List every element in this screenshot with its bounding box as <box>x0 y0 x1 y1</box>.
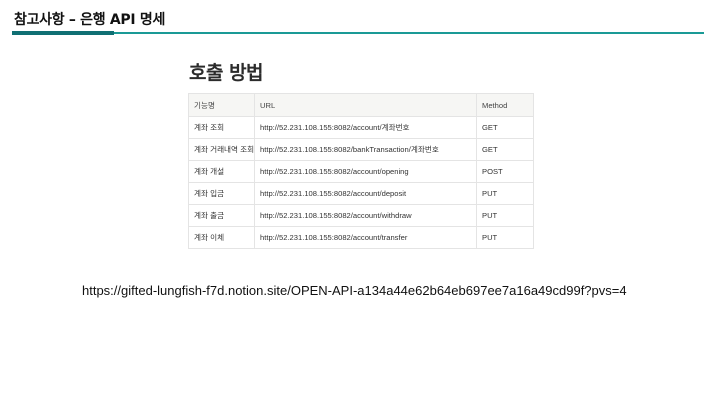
table-row: 계좌 조회 http://52.231.108.155:8082/account… <box>188 116 534 139</box>
title-underline <box>12 32 704 34</box>
table-row: 계좌 거래내역 조회 http://52.231.108.155:8082/ba… <box>188 138 534 161</box>
table-header-row: 기능명 URL Method <box>188 93 534 117</box>
slide-title: 참고사항 – 은행 API 명세 <box>14 12 166 28</box>
column-header-function: 기능명 <box>188 93 255 117</box>
cell-method: PUT <box>476 226 534 249</box>
notion-page-link[interactable]: https://gifted-lungfish-f7d.notion.site/… <box>82 283 627 298</box>
table-row: 계좌 출금 http://52.231.108.155:8082/account… <box>188 204 534 227</box>
cell-url: http://52.231.108.155:8082/account/withd… <box>254 204 477 227</box>
cell-url: http://52.231.108.155:8082/account/trans… <box>254 226 477 249</box>
cell-url: http://52.231.108.155:8082/account/depos… <box>254 182 477 205</box>
cell-function: 계좌 조회 <box>188 116 255 139</box>
table-row: 계좌 이체 http://52.231.108.155:8082/account… <box>188 226 534 249</box>
cell-function: 계좌 출금 <box>188 204 255 227</box>
cell-function: 계좌 개설 <box>188 160 255 183</box>
cell-url: http://52.231.108.155:8082/account/계좌번호 <box>254 116 477 139</box>
cell-method: PUT <box>476 204 534 227</box>
cell-method: POST <box>476 160 534 183</box>
table-row: 계좌 개설 http://52.231.108.155:8082/account… <box>188 160 534 183</box>
api-call-method-panel: 호출 방법 기능명 URL Method 계좌 조회 http://52.231… <box>188 58 536 249</box>
table-row: 계좌 입금 http://52.231.108.155:8082/account… <box>188 182 534 205</box>
cell-function: 계좌 입금 <box>188 182 255 205</box>
api-table: 기능명 URL Method 계좌 조회 http://52.231.108.1… <box>188 93 534 249</box>
title-underline-accent <box>12 31 114 35</box>
cell-url: http://52.231.108.155:8082/account/openi… <box>254 160 477 183</box>
cell-function: 계좌 거래내역 조회 <box>188 138 255 161</box>
cell-method: PUT <box>476 182 534 205</box>
column-header-url: URL <box>254 93 477 117</box>
cell-method: GET <box>476 138 534 161</box>
section-heading: 호출 방법 <box>189 62 264 84</box>
column-header-method: Method <box>476 93 534 117</box>
cell-function: 계좌 이체 <box>188 226 255 249</box>
cell-method: GET <box>476 116 534 139</box>
cell-url: http://52.231.108.155:8082/bankTransacti… <box>254 138 477 161</box>
